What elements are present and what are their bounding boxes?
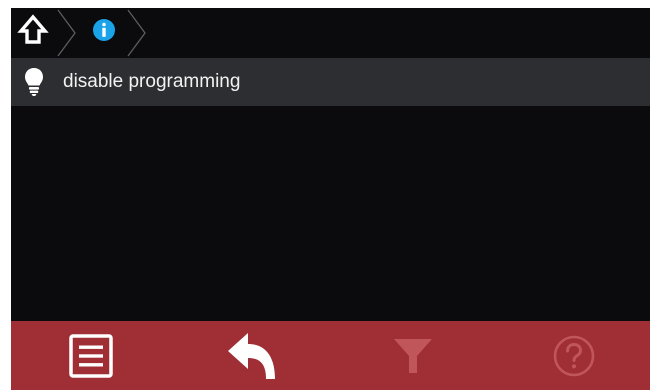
- filter-icon: [394, 338, 432, 373]
- list-item-label: disable programming: [63, 71, 241, 92]
- help-icon: [553, 335, 595, 376]
- list-button[interactable]: [41, 321, 141, 390]
- back-button[interactable]: [203, 321, 303, 390]
- lightbulb-icon: [25, 68, 43, 96]
- list-item-disable-programming[interactable]: disable programming: [11, 58, 650, 106]
- back-arrow-icon: [228, 332, 275, 379]
- filter-button[interactable]: [363, 321, 463, 390]
- list-icon: [69, 333, 113, 378]
- breadcrumb-separator: [127, 9, 146, 57]
- app-screen: disable programming: [11, 8, 650, 390]
- bottom-toolbar: [11, 321, 650, 390]
- breadcrumb: [11, 8, 650, 58]
- help-button[interactable]: [524, 321, 624, 390]
